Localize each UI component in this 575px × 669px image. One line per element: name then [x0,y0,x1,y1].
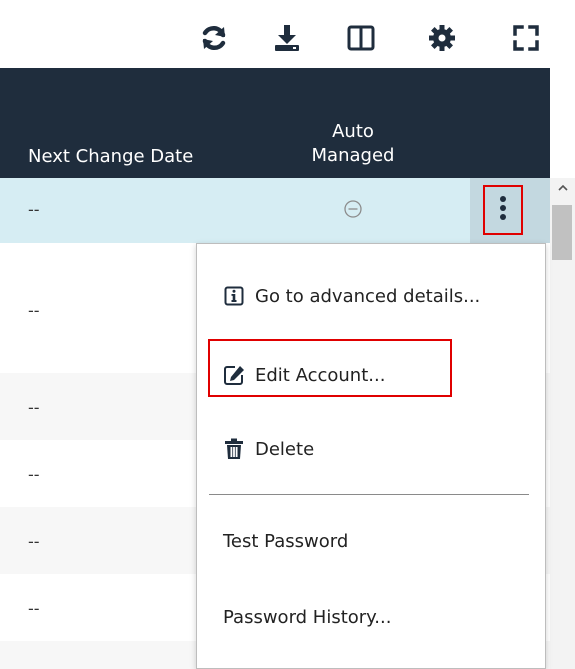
column-header-auto-managed-line1: Auto [332,121,374,142]
minus-circle-icon [343,199,363,223]
menu-item-go-to-advanced-details[interactable]: Go to advanced details... [223,285,480,307]
table-row-selected[interactable]: -- [0,178,550,243]
scroll-up-arrow-icon[interactable] [550,178,575,198]
column-header-auto-managed-line2: Managed [311,145,395,166]
menu-item-test-password[interactable]: Test Password [223,531,348,552]
next-change-date-cell: -- [28,301,40,320]
menu-item-label: Password History... [223,607,392,628]
refresh-icon[interactable] [198,22,230,54]
next-change-date-cell: -- [28,532,40,551]
toolbar [0,0,575,68]
next-change-date-cell: -- [28,599,40,618]
next-change-date-cell: -- [28,398,40,417]
scrollbar-thumb[interactable] [552,205,572,260]
edit-account-highlight [208,339,452,397]
menu-item-password-history[interactable]: Password History... [223,607,391,628]
columns-icon[interactable] [345,22,377,54]
row-actions-button[interactable] [483,185,523,235]
info-icon [223,285,245,307]
column-header-next-change-date[interactable]: Next Change Date [28,146,193,167]
column-header-auto-managed[interactable]: Auto Managed [298,120,408,168]
trash-icon [223,438,245,460]
menu-item-label: Go to advanced details... [255,285,481,307]
menu-item-delete[interactable]: Delete [223,438,314,460]
next-change-date-cell: -- [28,465,40,484]
download-icon[interactable] [271,22,303,54]
fullscreen-icon[interactable] [510,22,542,54]
next-change-date-cell: -- [28,200,40,219]
row-context-menu: Go to advanced details... Edit Account..… [196,243,546,669]
menu-divider [209,494,529,495]
table-header: Next Change Date Auto Managed [0,68,550,178]
menu-item-label: Test Password [223,531,349,552]
menu-item-label: Delete [255,438,315,460]
gear-icon[interactable] [426,22,458,54]
kebab-menu-icon [499,195,507,225]
